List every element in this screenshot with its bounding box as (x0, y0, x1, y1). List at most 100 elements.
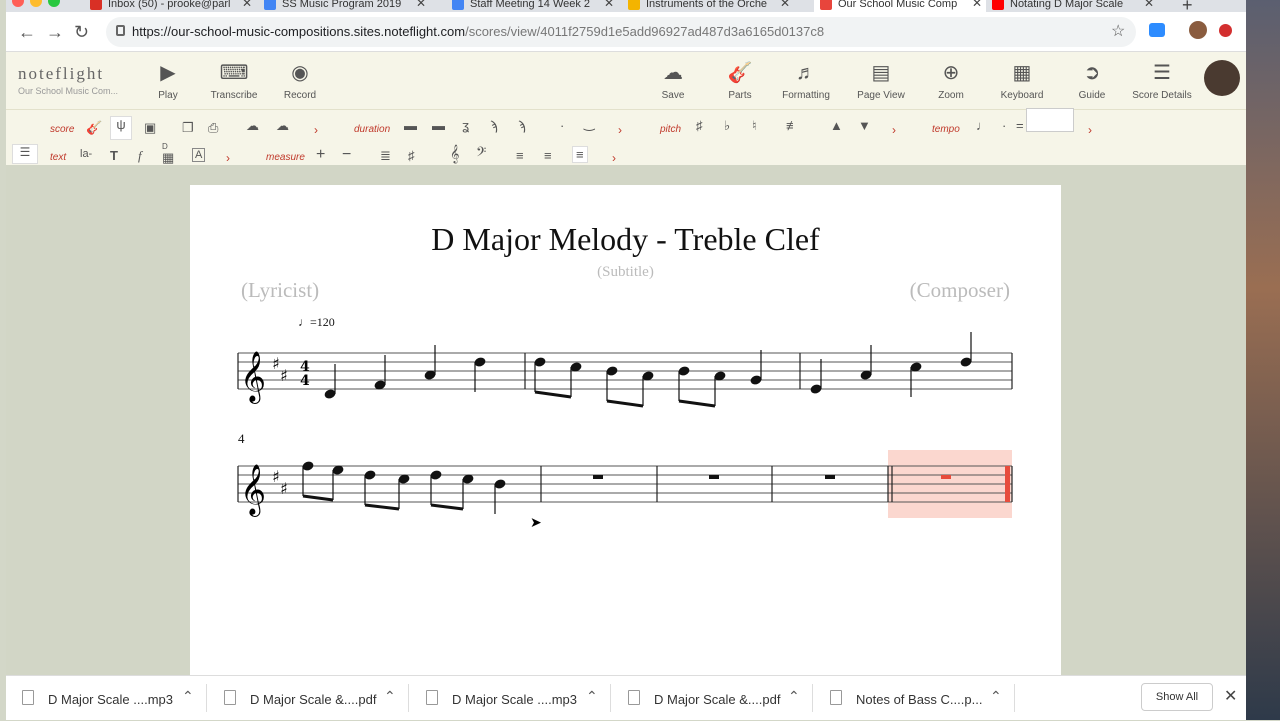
menu-icon[interactable]: ☰ (12, 144, 38, 164)
close-tab-icon[interactable]: ✕ (416, 0, 426, 9)
chevron-up-icon[interactable]: ⌃ (990, 688, 1002, 705)
download-name: D Major Scale &....pdf (250, 692, 377, 707)
chevron-right-icon[interactable]: › (612, 151, 616, 165)
whole-rest-icon[interactable]: ▬ (404, 118, 417, 133)
extension-icon[interactable] (1219, 24, 1232, 37)
score-palette-label[interactable]: score (50, 124, 74, 135)
close-tab-icon[interactable]: ✕ (604, 0, 614, 9)
close-tab-icon[interactable]: ✕ (780, 0, 790, 9)
duration-palette-label[interactable]: duration (354, 124, 390, 135)
eighth-rest-icon[interactable]: ϡ (490, 118, 498, 133)
music-staff[interactable]: 𝄞 ♯♯ 44𝄞 ♯♯ (190, 185, 1061, 685)
zoom-button[interactable]: ⊕ Zoom (911, 58, 991, 101)
chevron-right-icon[interactable]: › (892, 123, 896, 137)
treble-clef-icon[interactable]: 𝄞 (450, 146, 459, 164)
add-measure-icon[interactable]: + (316, 146, 325, 164)
accidental-icon[interactable]: ≢ (786, 118, 799, 133)
tuning-fork-icon[interactable]: ψ (110, 116, 132, 140)
sharp-icon[interactable]: ♯ (696, 118, 703, 133)
zoom-extension-icon[interactable] (1149, 23, 1165, 37)
time-signature-icon[interactable]: ≣ (380, 148, 391, 164)
dot-icon[interactable]: · (560, 118, 564, 133)
remove-measure-icon[interactable]: − (342, 146, 351, 164)
score-details-button[interactable]: ☰ Score Details (1122, 58, 1202, 101)
key-signature-icon[interactable]: ♯ (408, 148, 415, 163)
close-tab-icon[interactable]: ✕ (1144, 0, 1154, 9)
page-view-button[interactable]: ▤ Page View (841, 58, 921, 101)
tempo-input[interactable] (1026, 108, 1074, 132)
chevron-right-icon[interactable]: › (1088, 123, 1092, 137)
show-all-button[interactable]: Show All (1141, 683, 1213, 711)
quarter-note-icon[interactable]: ♩ (976, 118, 989, 133)
quarter-rest-icon[interactable]: ʓ (462, 118, 469, 133)
tempo-palette-label[interactable]: tempo (932, 124, 960, 135)
url-path: /scores/view/4011f2759d1e5add96927ad487d… (465, 24, 825, 39)
chevron-right-icon[interactable]: › (226, 151, 230, 165)
chevron-up-icon[interactable]: ⌃ (182, 688, 194, 705)
print-icon[interactable]: ⎙ (208, 120, 218, 136)
chord-diagram-icon[interactable]: ▦ (162, 150, 174, 166)
pitch-up-icon[interactable]: ▲ (830, 118, 843, 133)
flat-icon[interactable]: ♭ (724, 118, 730, 134)
score-setup-icon[interactable]: ▣ (144, 120, 156, 136)
back-icon[interactable]: ← (18, 22, 36, 43)
close-tab-icon[interactable]: ✕ (972, 0, 982, 9)
chevron-up-icon[interactable]: ⌃ (384, 688, 396, 705)
natural-icon[interactable]: ♮ (752, 118, 757, 134)
reload-icon[interactable]: ↻ (74, 22, 89, 43)
close-icon[interactable]: ✕ (1224, 686, 1237, 706)
window-controls[interactable] (12, 0, 66, 12)
chevron-right-icon[interactable]: › (618, 123, 622, 137)
forward-icon[interactable]: → (46, 22, 64, 43)
double-barline-icon[interactable]: ≡ (544, 148, 552, 163)
bass-clef-icon[interactable]: 𝄢 (476, 146, 486, 164)
cloud-download-icon[interactable]: ☁ (276, 118, 289, 134)
tab-5[interactable]: Our School Music Comp ✕ (814, 0, 986, 12)
formatting-button[interactable]: ♬ Formatting (766, 58, 846, 101)
measure-palette-label[interactable]: measure (266, 152, 305, 163)
instrument-icon[interactable]: 🎸 (86, 120, 102, 136)
tab-6[interactable]: Notating D Major Scale ✕ (986, 0, 1158, 12)
score-page[interactable]: D Major Melody - Treble Clef (Subtitle) … (190, 185, 1061, 685)
guide-button[interactable]: ➲ Guide (1052, 58, 1132, 101)
copy-icon[interactable]: ❐ (182, 120, 194, 136)
user-avatar[interactable] (1204, 60, 1240, 96)
tab-title: Notating D Major Scale (1010, 0, 1124, 10)
dynamics-icon[interactable]: f (138, 148, 142, 164)
tab-4[interactable]: Instruments of the Orche ✕ (622, 0, 794, 12)
cloud-upload-icon[interactable]: ☁ (246, 118, 259, 134)
keyboard-button[interactable]: ▦ Keyboard (982, 58, 1062, 101)
chevron-right-icon[interactable]: › (314, 123, 318, 137)
close-tab-icon[interactable]: ✕ (242, 0, 252, 9)
tempo-dot-icon[interactable]: · (1002, 118, 1006, 133)
record-button[interactable]: ◉ Record (260, 58, 340, 101)
tab-2[interactable]: SS Music Program 2019 ✕ (258, 0, 430, 12)
tie-icon[interactable]: ‿ (584, 116, 594, 132)
download-item[interactable]: Notes of Bass C....p... ⌃ (814, 676, 1015, 721)
noteflight-logo[interactable]: noteflight Our School Music Com... (18, 64, 118, 96)
download-item[interactable]: D Major Scale &....pdf ⌃ (208, 676, 409, 721)
bookmark-star-icon[interactable]: ☆ (1111, 21, 1125, 41)
lyric-button[interactable]: la- (80, 148, 92, 160)
url-field[interactable]: https://our-school-music-compositions.si… (106, 17, 1136, 47)
final-barline-icon[interactable]: ≡ (572, 146, 588, 163)
new-tab-button[interactable]: + (1182, 0, 1193, 12)
tab-3[interactable]: Staff Meeting 14 Week 2 ✕ (446, 0, 618, 12)
record-icon: ◉ (291, 62, 309, 84)
tab-title: SS Music Program 2019 (282, 0, 402, 10)
tab-1[interactable]: Inbox (50) - prooke@parl ✕ (84, 0, 256, 12)
profile-avatar[interactable] (1189, 21, 1207, 39)
download-item[interactable]: D Major Scale &....pdf ⌃ (612, 676, 813, 721)
download-item[interactable]: D Major Scale ....mp3 ⌃ (6, 676, 207, 721)
download-item[interactable]: D Major Scale ....mp3 ⌃ (410, 676, 611, 721)
chevron-up-icon[interactable]: ⌃ (788, 688, 800, 705)
rehearsal-mark-icon[interactable]: A (192, 148, 206, 162)
text-palette-label[interactable]: text (50, 152, 66, 163)
chevron-up-icon[interactable]: ⌃ (586, 688, 598, 705)
pitch-down-icon[interactable]: ▼ (858, 118, 871, 133)
sixteenth-rest-icon[interactable]: ϡ (518, 118, 526, 133)
pitch-palette-label[interactable]: pitch (660, 124, 681, 135)
half-rest-icon[interactable]: ▬ (432, 118, 445, 133)
barline-icon[interactable]: ≡ (516, 148, 524, 163)
text-icon[interactable]: T (110, 148, 118, 163)
